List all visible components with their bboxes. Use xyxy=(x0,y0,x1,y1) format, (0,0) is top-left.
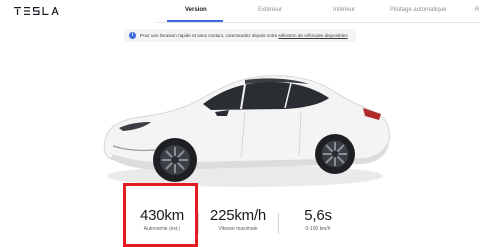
delivery-notice-banner: i Pour une livraison rapide et sans cont… xyxy=(124,29,356,42)
stat-divider xyxy=(198,213,199,234)
available-vehicles-link[interactable]: sélection de véhicules disponibles xyxy=(278,33,347,38)
acceleration-label: 0-100 km/h xyxy=(305,226,331,232)
info-icon: i xyxy=(129,32,136,39)
tesla-logo[interactable] xyxy=(14,7,62,15)
top-speed-stat: 225km/h Vitesse maximale xyxy=(205,207,271,233)
top-speed-label: Vitesse maximale xyxy=(218,226,258,232)
acceleration-value: 5,6s xyxy=(304,207,332,224)
tesla-wordmark-icon xyxy=(14,7,59,15)
top-speed-value: 225km/h xyxy=(209,207,267,224)
tab-interior[interactable]: Intérieur xyxy=(333,7,355,13)
tab-exterior[interactable]: Extérieur xyxy=(258,7,282,13)
notice-text: Pour une livraison rapide et sans contac… xyxy=(140,33,279,38)
tab-version[interactable]: Version xyxy=(185,7,207,13)
car-image xyxy=(103,75,390,187)
specs-row: 430km Autonomie (est.) 225km/h Vitesse m… xyxy=(0,203,480,247)
stat-divider xyxy=(278,213,279,234)
top-bar: Version Extérieur Intérieur Pilotage aut… xyxy=(0,0,480,22)
nav-divider xyxy=(157,22,480,23)
acceleration-stat: 5,6s 0-100 km/h xyxy=(293,207,343,233)
range-highlight-box xyxy=(123,183,198,247)
tab-next[interactable]: R xyxy=(475,7,479,13)
tab-autopilot[interactable]: Pilotage automatique xyxy=(390,7,446,13)
configurator-steps: Version Extérieur Intérieur Pilotage aut… xyxy=(157,0,480,22)
